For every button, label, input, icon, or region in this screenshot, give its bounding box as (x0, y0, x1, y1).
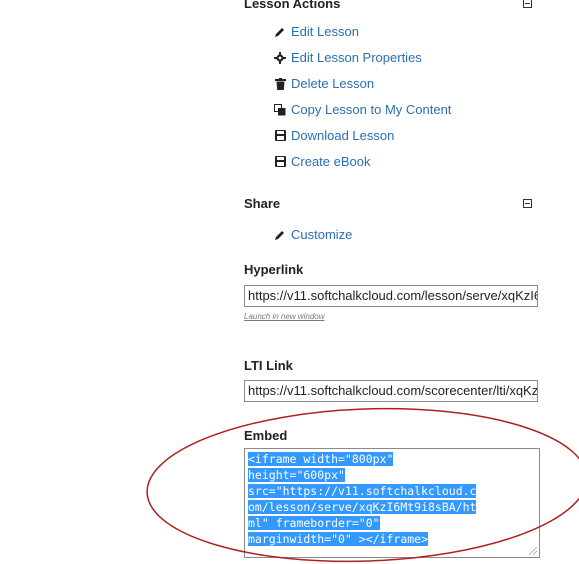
customize-label: Customize (291, 227, 353, 242)
embed-line: src="https://v11.softchalkcloud.c (248, 484, 477, 498)
trash-icon (273, 77, 287, 91)
copy-lesson-label: Copy Lesson to My Content (291, 102, 452, 117)
gear-icon (273, 51, 287, 65)
embed-textarea[interactable]: <iframe width="800px" height="600px" src… (244, 448, 540, 558)
embed-line: <iframe width="800px" (248, 452, 394, 466)
resize-handle[interactable] (529, 547, 537, 555)
embed-line: om/lesson/serve/xqKzI6Mt9i8sBA/ht (248, 500, 477, 514)
save-icon (273, 129, 287, 143)
embed-line: marginwidth="0" ></iframe> (248, 532, 429, 546)
customize-link[interactable]: Customize (273, 227, 352, 242)
embed-label: Embed (244, 428, 288, 443)
launch-new-window-link[interactable]: Launch in new window (244, 312, 325, 321)
edit-lesson-properties-label: Edit Lesson Properties (291, 50, 422, 65)
lti-link-label: LTI Link (244, 358, 293, 373)
lesson-actions-title: Lesson Actions (244, 0, 341, 11)
lesson-actions-header: Lesson Actions (244, 0, 540, 14)
embed-line: height="600px" (248, 468, 345, 482)
edit-lesson-link[interactable]: Edit Lesson (273, 24, 359, 39)
hyperlink-field[interactable]: https://v11.softchalkcloud.com/lesson/se… (244, 285, 538, 307)
copy-lesson-link[interactable]: Copy Lesson to My Content (273, 102, 451, 117)
download-lesson-label: Download Lesson (291, 128, 395, 143)
delete-lesson-link[interactable]: Delete Lesson (273, 76, 374, 91)
collapse-icon[interactable] (523, 198, 532, 208)
copy-icon (273, 103, 287, 117)
embed-line: ml" frameborder="0" (248, 516, 380, 530)
create-ebook-link[interactable]: Create eBook (273, 154, 371, 169)
download-lesson-link[interactable]: Download Lesson (273, 128, 394, 143)
save-icon (273, 155, 287, 169)
pencil-icon (273, 228, 287, 242)
create-ebook-label: Create eBook (291, 154, 371, 169)
lti-link-field[interactable]: https://v11.softchalkcloud.com/scorecent… (244, 380, 538, 402)
share-title: Share (244, 195, 281, 211)
collapse-icon[interactable] (523, 0, 532, 8)
pencil-icon (273, 25, 287, 39)
delete-lesson-label: Delete Lesson (291, 76, 375, 91)
edit-lesson-properties-link[interactable]: Edit Lesson Properties (273, 50, 422, 65)
hyperlink-label: Hyperlink (244, 262, 304, 277)
embed-code: <iframe width="800px" height="600px" src… (248, 451, 536, 547)
share-header: Share (244, 192, 540, 214)
edit-lesson-label: Edit Lesson (291, 24, 359, 39)
